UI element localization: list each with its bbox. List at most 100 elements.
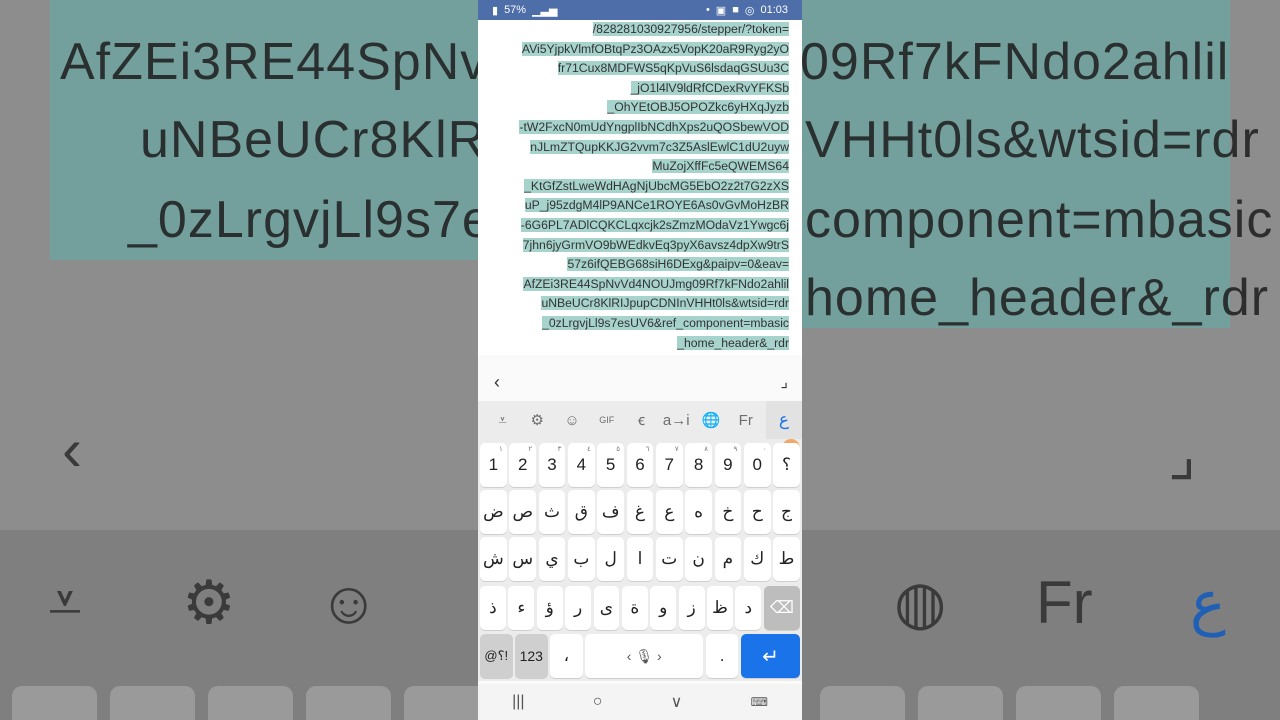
key-0[interactable]: 0٠ — [743, 443, 771, 487]
key-7[interactable]: 7٧ — [655, 443, 683, 487]
letter-key[interactable]: ء — [508, 586, 535, 630]
language-fr-icon[interactable]: Fr — [731, 412, 760, 429]
letter-key[interactable]: غ — [626, 490, 654, 534]
url-line: fr71Cux8MDFWS5qKpVuS6lsdaqGSUu3C — [557, 61, 789, 76]
bg-key — [918, 686, 1003, 720]
letter-key[interactable]: م — [714, 537, 742, 581]
letter-key[interactable]: ل — [597, 537, 625, 581]
letter-key[interactable]: ى — [593, 586, 620, 630]
bg-text-line: AfZEi3RE44SpNv — [60, 33, 488, 91]
letter-key[interactable]: ت — [655, 537, 683, 581]
letter-key[interactable]: ؤ — [536, 586, 563, 630]
letter-key[interactable]: ص — [509, 490, 537, 534]
key-5[interactable]: 5٥ — [597, 443, 625, 487]
keyboard-toolbar: ⩡ ⚙ ☺ GIF ꞓ a→i 🌐 Fr ع — [478, 401, 802, 439]
letter-key[interactable]: ك — [743, 537, 771, 581]
url-line: _0zLrgvjLl9s7esUV6&ref_component=mbasic — [542, 315, 789, 330]
bg-key — [12, 686, 97, 720]
globe-icon[interactable]: 🌐 — [697, 411, 726, 429]
gallery-icon: ▣ — [715, 4, 727, 17]
key-label: 8 — [693, 455, 704, 474]
url-line: /828281030927956/stepper/?token= — [592, 22, 789, 36]
signal-icon: ▁▃▅ — [532, 4, 558, 17]
key-؟[interactable]: ؟ — [773, 443, 800, 487]
selected-url-text[interactable]: /828281030927956/stepper/?token= AVi5Yjpk… — [490, 20, 789, 353]
key-secondary-label: ٠ — [762, 446, 767, 453]
space-key[interactable]: ‹ 🎙 › — [585, 634, 704, 678]
period-key[interactable]: . — [705, 634, 739, 678]
letter-key[interactable]: ف — [597, 490, 625, 534]
letter-key[interactable]: ه — [685, 490, 712, 534]
letter-key[interactable]: ط — [773, 537, 800, 581]
keyboard: ⩡ ⚙ ☺ GIF ꞓ a→i 🌐 Fr ع 1 ١ 2 ٢ 3 ٣ 4 ٤ 5 ٥ 6 ٦ 7 ٧ 8 ٨ 9 ٩ 0 ٠ ؟ ضصث… — [478, 401, 802, 681]
key-row-1: ضصثقفغعهخحج — [480, 490, 800, 534]
key-4[interactable]: 4٤ — [567, 443, 595, 487]
emoji-icon[interactable]: ☺ — [558, 412, 587, 429]
numbers-key[interactable]: 123 — [515, 634, 548, 678]
letter-key[interactable]: ش — [480, 537, 507, 581]
symbols-key[interactable]: @؟! — [480, 634, 513, 678]
chevron-left-icon[interactable]: ‹ — [494, 372, 500, 393]
key-9[interactable]: 9٩ — [714, 443, 742, 487]
letter-key[interactable]: ر — [565, 586, 591, 630]
bg-key — [306, 686, 391, 720]
letter-key[interactable]: ا — [626, 537, 654, 581]
letter-key[interactable]: ج — [773, 490, 800, 534]
home-button[interactable]: ○ — [593, 693, 603, 711]
letter-key[interactable]: ذ — [480, 586, 506, 630]
letter-key[interactable]: خ — [714, 490, 742, 534]
url-line: nJLmZTQupKKJG2vvm7c3Z5AslEwlC1dU2uyw — [530, 139, 789, 154]
key-8[interactable]: 8٨ — [685, 443, 712, 487]
key-row-bottom: @؟! 123 ، ‹ 🎙 › . ↵ — [480, 634, 801, 678]
key-label: ؟ — [782, 455, 792, 474]
url-line: uP_j95zdgM4lP9ANCe1ROYE6As0vGvMoHzBR — [524, 198, 789, 213]
letter-key[interactable]: ز — [678, 586, 705, 630]
key-secondary-label: ٩ — [733, 446, 738, 453]
translate-icon[interactable]: a→i — [662, 412, 691, 429]
language-ar-icon[interactable]: ع — [766, 401, 802, 439]
enter-key[interactable]: ↵ — [740, 634, 801, 678]
letter-key[interactable]: و — [650, 586, 677, 630]
bg-key — [208, 686, 293, 720]
letter-key[interactable]: ظ — [707, 586, 733, 630]
hide-keyboard-icon[interactable]: ⩡ — [488, 412, 517, 429]
key-1[interactable]: 1١ — [480, 443, 507, 487]
letter-key[interactable]: ح — [743, 490, 771, 534]
letter-key[interactable]: ق — [567, 490, 595, 534]
key-6[interactable]: 6٦ — [626, 443, 654, 487]
gif-icon[interactable]: GIF — [592, 415, 621, 425]
key-3[interactable]: 3٣ — [538, 443, 566, 487]
letter-key[interactable]: ن — [685, 537, 712, 581]
key-secondary-label: ٣ — [557, 446, 562, 453]
keyboard-switch-icon[interactable]: ⌨ — [751, 695, 768, 709]
letter-key[interactable]: ث — [538, 490, 566, 534]
comma-key[interactable]: ، — [550, 634, 583, 678]
key-2[interactable]: 2٢ — [509, 443, 537, 487]
key-secondary-label: ٦ — [645, 446, 650, 453]
key-label: 9 — [723, 455, 733, 474]
settings-gear-icon[interactable]: ⚙ — [523, 411, 552, 429]
bg-key — [820, 686, 905, 720]
url-line: 57z6ifQEBG68siH6DExg&paipv=0&eav= — [567, 257, 789, 272]
letter-key[interactable]: ع — [655, 490, 683, 534]
url-line: _KtGfZstLweWdHAgNjUbcMG5EbO2z2t7G2zXS — [524, 178, 789, 193]
key-secondary-label: ٥ — [616, 446, 621, 453]
letter-key[interactable]: ض — [480, 490, 507, 534]
backspace-key[interactable]: ⌫ — [763, 586, 800, 630]
key-label: 4 — [576, 455, 587, 474]
letter-key[interactable]: ة — [621, 586, 648, 630]
key-label: 2 — [517, 455, 528, 474]
collapse-icon[interactable]: ⌟ — [781, 372, 789, 392]
url-line: MuZojXffFc5eQWEMS64 — [652, 159, 789, 174]
letter-key[interactable]: ب — [567, 537, 595, 581]
text-input-area[interactable]: /828281030927956/stepper/?token= AVi5Yjpk… — [478, 20, 802, 355]
letter-key[interactable]: ي — [538, 537, 566, 581]
notification-dot-icon: • — [705, 4, 710, 16]
handwriting-icon[interactable]: ꞓ — [627, 410, 656, 430]
letter-key[interactable]: د — [735, 586, 762, 630]
bg-key — [1114, 686, 1199, 720]
letter-key[interactable]: س — [509, 537, 537, 581]
url-line: _OhYEtOBJ5OPOZkc6yHXqJyzb — [607, 100, 789, 115]
recent-apps-button[interactable]: ||| — [512, 693, 524, 711]
back-button[interactable]: ∨ — [671, 692, 683, 712]
